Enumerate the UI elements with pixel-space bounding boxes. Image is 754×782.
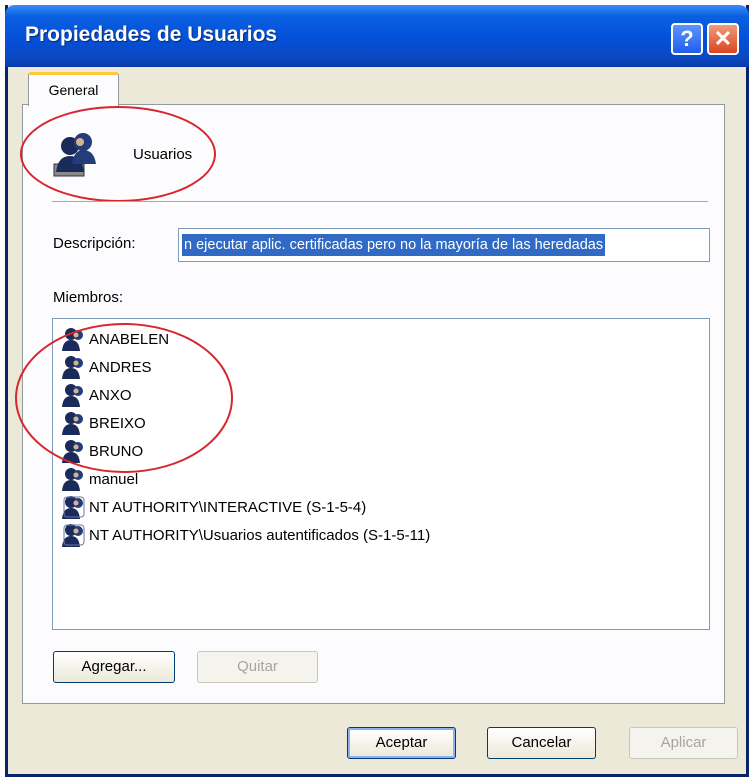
help-button[interactable]: ? <box>671 23 703 55</box>
annotation-circle-members <box>15 323 233 473</box>
user-icon <box>62 468 83 491</box>
member-name: NT AUTHORITY\Usuarios autentificados (S-… <box>89 526 431 544</box>
apply-button[interactable]: Aplicar <box>629 727 738 759</box>
description-label: Descripción: <box>53 235 136 252</box>
member-name: manuel <box>89 470 139 488</box>
remove-button[interactable]: Quitar <box>197 651 318 683</box>
well-known-group-icon <box>62 496 85 519</box>
window-title: Propiedades de Usuarios <box>25 23 278 46</box>
annotation-circle-group <box>20 106 216 202</box>
add-button[interactable]: Agregar... <box>53 651 175 683</box>
ok-button[interactable]: Aceptar <box>347 727 456 759</box>
list-item[interactable]: NT AUTHORITY\Usuarios autentificados (S-… <box>61 521 430 549</box>
member-name: NT AUTHORITY\INTERACTIVE (S-1-5-4) <box>89 498 367 516</box>
close-button[interactable]: ✕ <box>707 23 739 55</box>
title-bar[interactable]: Propiedades de Usuarios ? ✕ <box>5 5 749 67</box>
list-item[interactable]: NT AUTHORITY\INTERACTIVE (S-1-5-4) <box>61 493 366 521</box>
members-label: Miembros: <box>53 289 124 306</box>
tab-general[interactable]: General <box>28 72 119 106</box>
well-known-group-icon <box>62 524 85 547</box>
cancel-button[interactable]: Cancelar <box>487 727 596 759</box>
separator <box>52 201 708 205</box>
description-field[interactable]: n ejecutar aplic. certificadas pero no l… <box>178 228 710 262</box>
description-value: n ejecutar aplic. certificadas pero no l… <box>182 234 606 256</box>
